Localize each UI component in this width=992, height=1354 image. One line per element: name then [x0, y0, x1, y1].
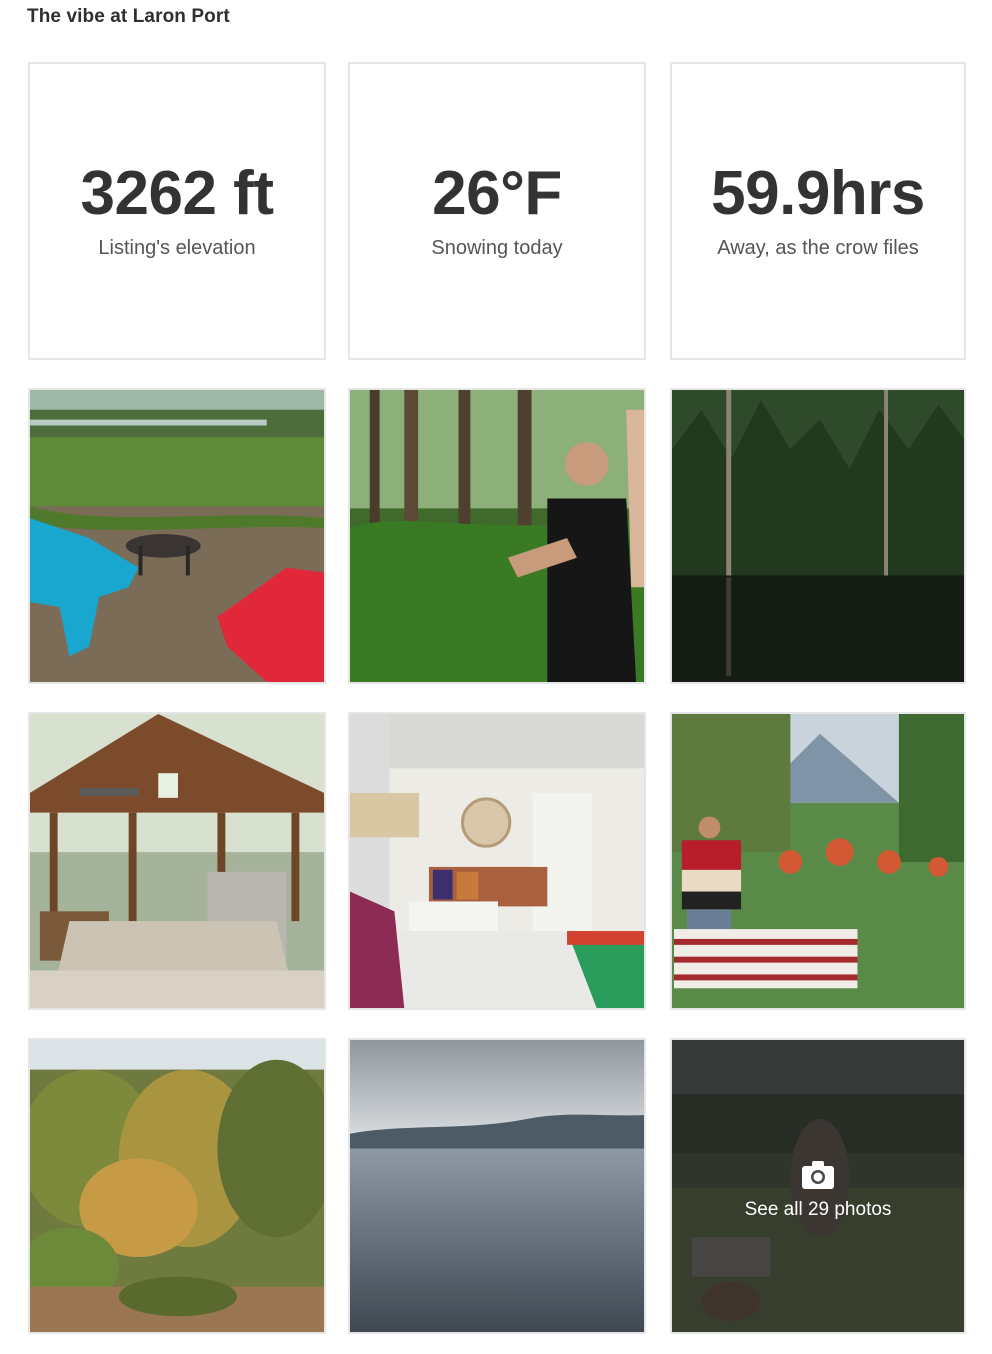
weather-caption: Snowing today	[431, 236, 563, 259]
elevation-caption: Listing's elevation	[98, 236, 256, 259]
see-all-photos-link[interactable]: See all 29 photos	[745, 1199, 892, 1221]
see-all-photos-tile[interactable]: See all 29 photos	[670, 1038, 966, 1334]
section-title: The vibe at Laron Port	[27, 6, 230, 27]
temperature-value: 26°F	[432, 158, 562, 228]
elevation-stat-card: 3262 ft Listing's elevation	[28, 62, 326, 360]
elevation-value: 3262 ft	[80, 158, 274, 228]
forest-man-photo[interactable]	[348, 388, 646, 684]
weather-stat-card: 26°F Snowing today	[348, 62, 646, 360]
distance-value: 59.9hrs	[711, 158, 925, 228]
bedroom-photo[interactable]	[348, 712, 646, 1010]
forest-pond-photo[interactable]	[670, 388, 966, 684]
pavilion-photo[interactable]	[28, 712, 326, 1010]
distance-stat-card: 59.9hrs Away, as the crow files	[670, 62, 966, 360]
distance-caption: Away, as the crow files	[717, 236, 919, 259]
see-all-overlay[interactable]: See all 29 photos	[672, 1040, 964, 1332]
campfire-photo[interactable]	[28, 388, 326, 684]
lake-photo[interactable]	[348, 1038, 646, 1334]
picnic-photo[interactable]	[670, 712, 966, 1010]
camera-icon	[802, 1161, 834, 1189]
shrubs-photo[interactable]	[28, 1038, 326, 1334]
